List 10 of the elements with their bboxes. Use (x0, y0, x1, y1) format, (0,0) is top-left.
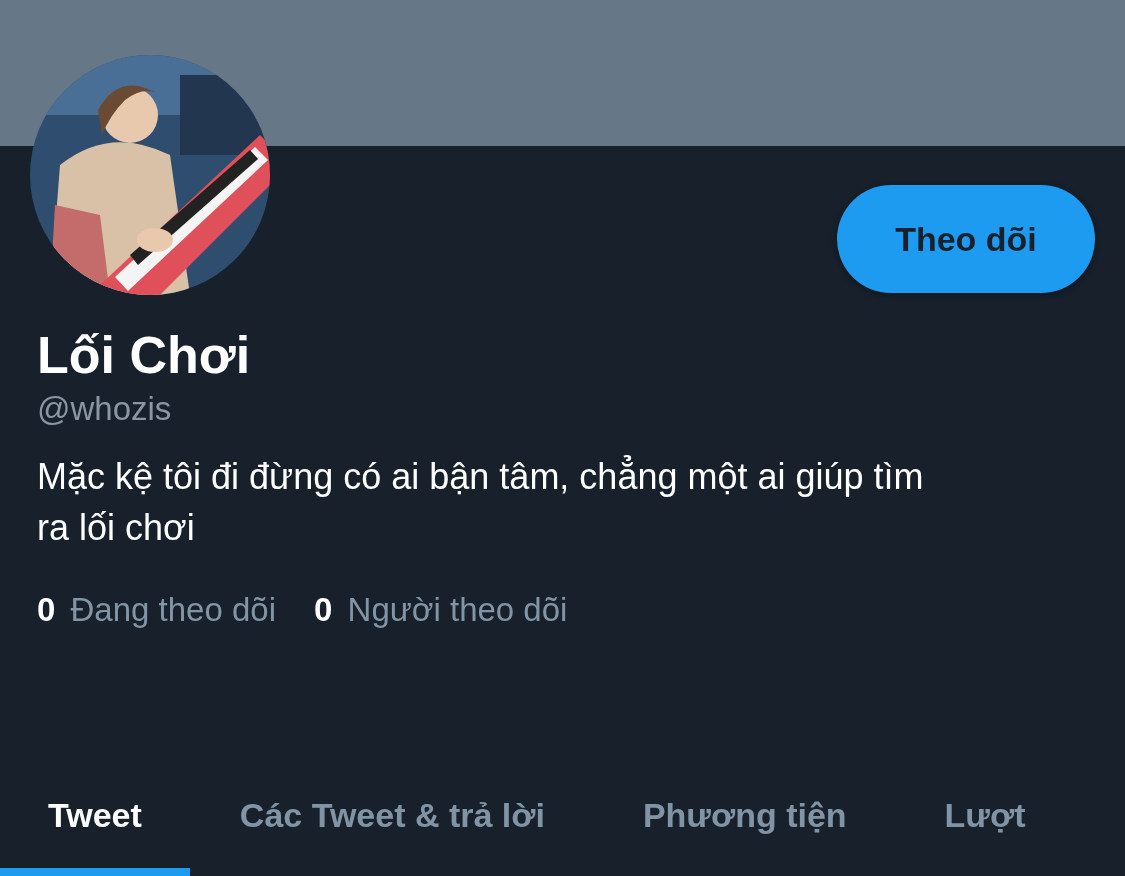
follow-button[interactable]: Theo dõi (837, 185, 1095, 293)
stat-link[interactable]: 0 Đang theo dõi (37, 591, 277, 629)
profile-handle: @whozis (37, 389, 173, 429)
profile-name: Lối Chơi (37, 325, 252, 385)
profile-tab[interactable]: Lượt (896, 762, 1074, 876)
profile-bio: Mặc kệ tôi đi đừng có ai bận tâm, chẳng một ai giúp tìm ra lối chơi (37, 454, 925, 550)
stat-link[interactable]: 0 Người theo dõi (314, 591, 568, 629)
profile-tab[interactable]: Phương tiện (594, 762, 895, 876)
profile-tab[interactable]: Các Tweet & trả lời (191, 762, 593, 876)
profile-tab[interactable]: Tweet (0, 762, 190, 876)
